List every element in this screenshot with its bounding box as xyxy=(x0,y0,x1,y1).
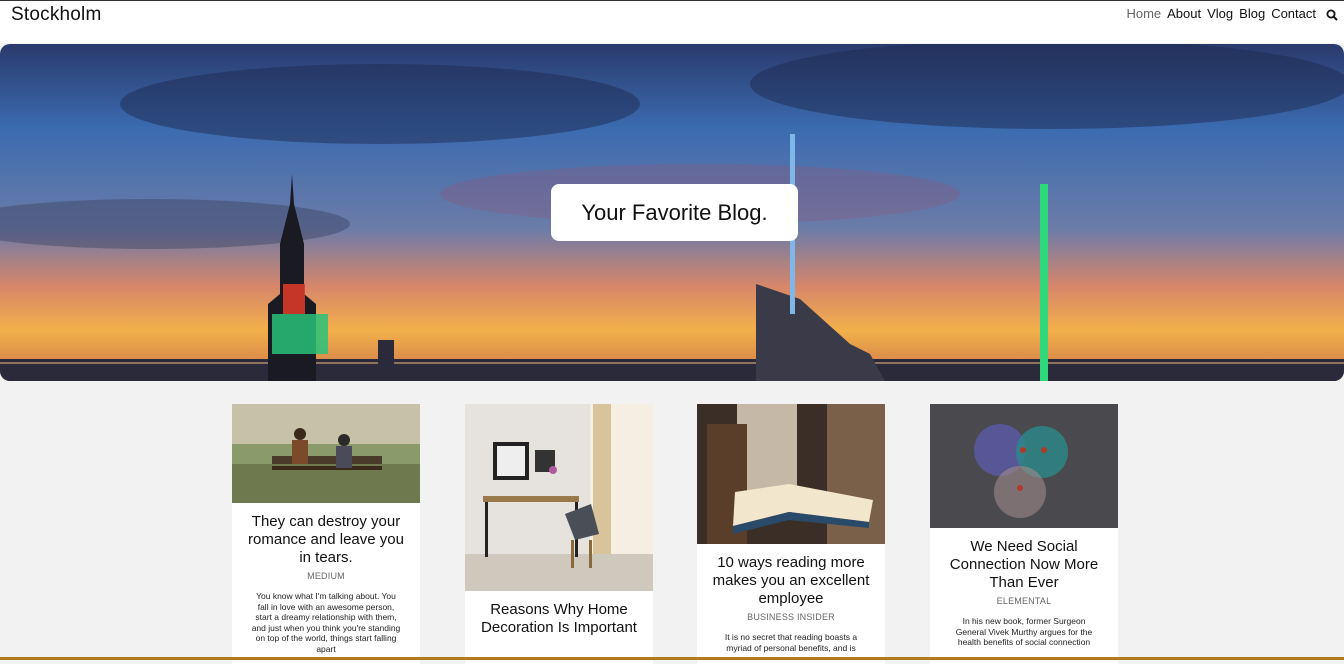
article-excerpt: You know what I'm talking about. You fal… xyxy=(251,591,401,654)
article-card[interactable]: We Need Social Connection Now More Than … xyxy=(930,404,1118,664)
nav-contact[interactable]: Contact xyxy=(1271,6,1316,21)
article-image-reading-book xyxy=(697,404,885,544)
hero-tagline: Your Favorite Blog. xyxy=(551,184,798,241)
article-title[interactable]: 10 ways reading more makes you an excell… xyxy=(697,554,885,608)
nav-vlog[interactable]: Vlog xyxy=(1207,6,1233,21)
site-header: Stockholm Home About Vlog Blog Contact xyxy=(0,1,1344,43)
search-icon[interactable] xyxy=(1326,8,1338,21)
article-image-social-circles xyxy=(930,404,1118,528)
article-source: BUSINESS INSIDER xyxy=(747,612,835,622)
article-title[interactable]: Reasons Why Home Decoration Is Important xyxy=(465,601,653,637)
article-card[interactable]: Reasons Why Home Decoration Is Important xyxy=(465,404,653,664)
article-title[interactable]: We Need Social Connection Now More Than … xyxy=(930,538,1118,592)
main-nav: Home About Vlog Blog Contact xyxy=(1120,6,1338,21)
article-excerpt: In his new book, former Surgeon General … xyxy=(955,616,1093,647)
nav-home[interactable]: Home xyxy=(1126,6,1161,21)
article-source: ELEMENTAL xyxy=(996,596,1052,606)
article-source: MEDIUM xyxy=(307,571,345,581)
site-brand[interactable]: Stockholm xyxy=(11,4,102,26)
article-image-couple-bench xyxy=(232,404,420,503)
nav-blog[interactable]: Blog xyxy=(1239,6,1265,21)
nav-about[interactable]: About xyxy=(1167,6,1201,21)
article-image-home-desk xyxy=(465,404,653,591)
hero-banner: Your Favorite Blog. xyxy=(0,44,1344,381)
article-card[interactable]: They can destroy your romance and leave … xyxy=(232,404,420,664)
article-card[interactable]: 10 ways reading more makes you an excell… xyxy=(697,404,885,664)
article-title[interactable]: They can destroy your romance and leave … xyxy=(232,513,420,567)
article-excerpt: It is no secret that reading boasts a my… xyxy=(724,632,858,653)
